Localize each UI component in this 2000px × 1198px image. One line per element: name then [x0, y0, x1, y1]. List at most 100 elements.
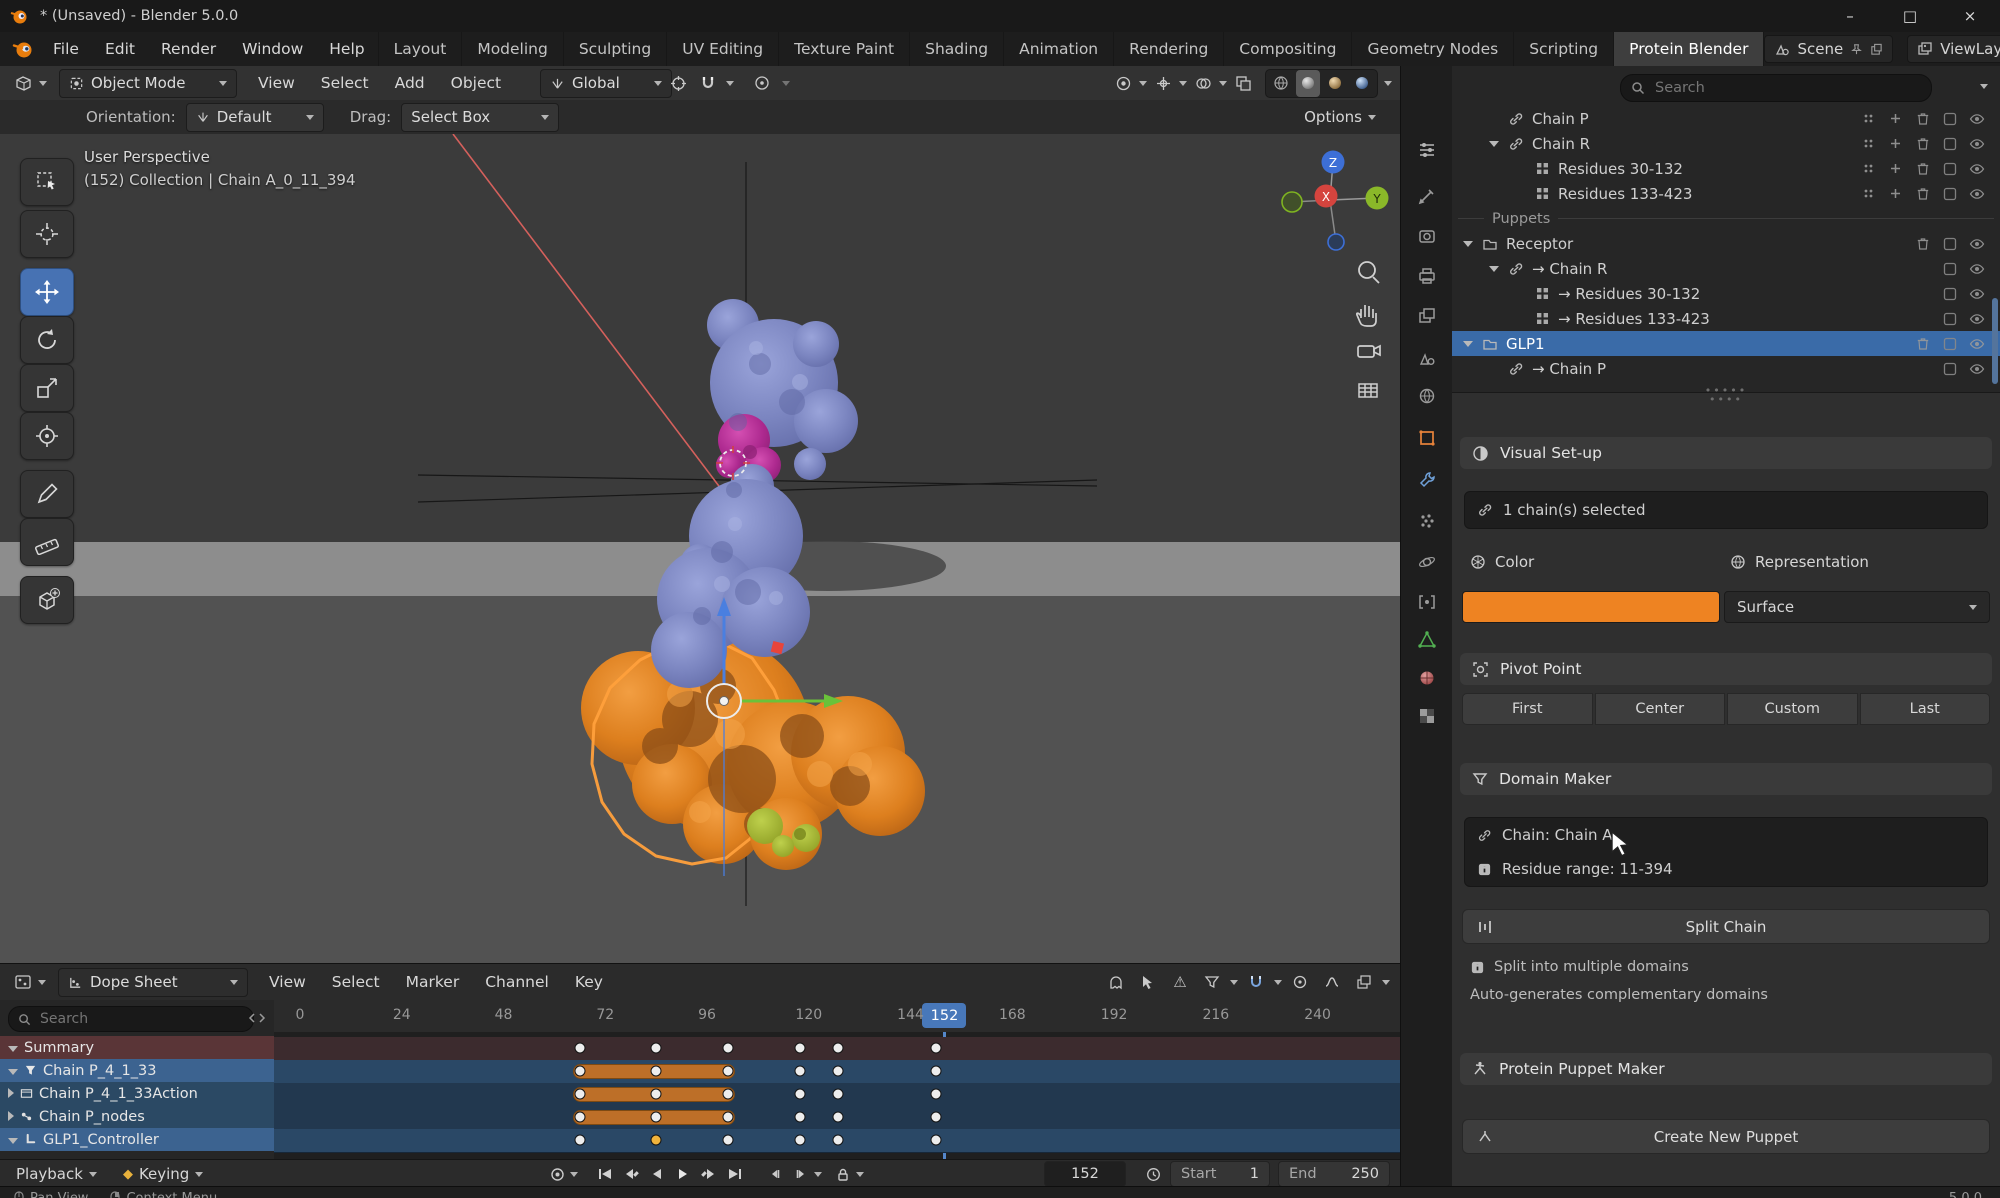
- keyframe-dot[interactable]: [931, 1089, 942, 1100]
- split-chain-button[interactable]: Split Chain: [1462, 909, 1990, 944]
- snap-keys-icon[interactable]: [1242, 969, 1270, 996]
- keyframe-dot[interactable]: [931, 1135, 942, 1146]
- keyframe-dot[interactable]: [651, 1043, 662, 1054]
- shading-options-chevron-icon[interactable]: [1384, 81, 1392, 86]
- overlays-icon[interactable]: [1189, 70, 1217, 97]
- chevron-down-icon[interactable]: [1179, 81, 1187, 86]
- ds-menu-key[interactable]: Key: [562, 965, 616, 999]
- keyframe-band-chain-p-4-1-33[interactable]: [274, 1060, 1400, 1084]
- keyframe-dot[interactable]: [651, 1066, 662, 1077]
- auto-keyframe-icon[interactable]: [544, 1162, 570, 1186]
- outliner-item-chain-r[interactable]: → Chain R: [1452, 256, 2000, 281]
- expander-icon[interactable]: [1484, 141, 1504, 147]
- color-swatch[interactable]: [1462, 591, 1720, 623]
- tab-data-icon[interactable]: [1415, 628, 1439, 652]
- outliner-item-residues-133-423[interactable]: → Residues 133-423: [1452, 306, 2000, 331]
- keyframe-dot[interactable]: [651, 1112, 662, 1123]
- filter-funnel-icon[interactable]: [1198, 969, 1226, 996]
- outliner-item-residues-133-423[interactable]: Residues 133-423: [1452, 181, 2000, 206]
- frame-back-button[interactable]: [762, 1162, 788, 1186]
- eye-icon[interactable]: [1963, 311, 1990, 327]
- tab-object-icon[interactable]: [1415, 426, 1439, 450]
- chevron-down-icon[interactable]: [1230, 980, 1238, 985]
- expander-icon[interactable]: [8, 1040, 18, 1056]
- pivot-first-button[interactable]: First: [1462, 693, 1593, 725]
- trash-icon[interactable]: [1909, 111, 1936, 126]
- shading-material-icon[interactable]: [1323, 70, 1347, 97]
- ds-keyframe-area[interactable]: [274, 1032, 1400, 1159]
- current-frame-field[interactable]: 152: [1044, 1161, 1126, 1187]
- viewlayer-selector[interactable]: ViewLayer: [1907, 35, 2000, 63]
- keyframe-dot[interactable]: [833, 1135, 844, 1146]
- proportional-icon[interactable]: [1286, 969, 1314, 996]
- outliner-item-chain-r[interactable]: Chain R: [1452, 131, 2000, 156]
- outliner-item-residues-30-132[interactable]: → Residues 30-132: [1452, 281, 2000, 306]
- menu-render[interactable]: Render: [148, 32, 229, 66]
- viewport-menu-view[interactable]: View: [245, 66, 308, 100]
- tab-material-icon[interactable]: [1415, 666, 1439, 690]
- expander-icon[interactable]: [8, 1086, 14, 1102]
- workspace-tab-uv-editing[interactable]: UV Editing: [667, 32, 779, 66]
- keyframe-dot[interactable]: [833, 1066, 844, 1077]
- ds-search-input[interactable]: [38, 1010, 244, 1028]
- checkbox-icon[interactable]: [1936, 162, 1963, 176]
- tab-texture-icon[interactable]: [1415, 704, 1439, 728]
- outliner-search-input[interactable]: [1653, 79, 1921, 97]
- workspace-tab-sculpting[interactable]: Sculpting: [564, 32, 667, 66]
- pivot-last-button[interactable]: Last: [1860, 693, 1991, 725]
- menu-file[interactable]: File: [40, 32, 92, 66]
- add-icon[interactable]: [1882, 162, 1909, 175]
- eye-icon[interactable]: [1963, 186, 1990, 202]
- workspace-tab-compositing[interactable]: Compositing: [1224, 32, 1352, 66]
- dots-icon[interactable]: [1855, 187, 1882, 200]
- panel-puppet-maker-header[interactable]: Protein Puppet Maker: [1460, 1053, 1992, 1085]
- checkbox-icon[interactable]: [1936, 112, 1963, 126]
- channel-glp1-controller[interactable]: GLP1_Controller: [0, 1128, 274, 1151]
- viewport-menu-select[interactable]: Select: [308, 66, 382, 100]
- tool-rotate[interactable]: [20, 316, 74, 364]
- tab-particles-icon[interactable]: [1415, 510, 1439, 534]
- lock-range-icon[interactable]: [830, 1162, 856, 1186]
- prev-keyframe-button[interactable]: [618, 1162, 644, 1186]
- outliner-item-glp1[interactable]: GLP1: [1452, 331, 2000, 356]
- eye-icon[interactable]: [1963, 136, 1990, 152]
- workspace-tab-scripting[interactable]: Scripting: [1514, 32, 1614, 66]
- current-frame-badge[interactable]: 152: [922, 1003, 966, 1028]
- checkbox-icon[interactable]: [1936, 262, 1963, 276]
- close-button[interactable]: ×: [1940, 0, 2000, 32]
- menu-window[interactable]: Window: [229, 32, 316, 66]
- keyframe-dot[interactable]: [723, 1043, 734, 1054]
- keyframe-band-chain-p-4-1-33action[interactable]: [274, 1083, 1400, 1107]
- drag-mode-dropdown[interactable]: Select Box: [401, 103, 559, 132]
- tab-world-icon[interactable]: [1415, 384, 1439, 408]
- eye-icon[interactable]: [1963, 361, 1990, 377]
- keying-popover[interactable]: ◆ Keying: [115, 1161, 211, 1188]
- eye-icon[interactable]: [1963, 111, 1990, 127]
- checkbox-icon[interactable]: [1936, 362, 1963, 376]
- chevron-down-icon[interactable]: [1139, 81, 1147, 86]
- play-reverse-button[interactable]: [644, 1162, 670, 1186]
- checkbox-icon[interactable]: [1936, 187, 1963, 201]
- frame-forward-button[interactable]: [788, 1162, 814, 1186]
- keyframe-dot[interactable]: [833, 1089, 844, 1100]
- gizmos-icon[interactable]: [1149, 70, 1177, 97]
- keyframe-dot[interactable]: [651, 1089, 662, 1100]
- trash-icon[interactable]: [1909, 236, 1936, 251]
- falloff-chevron-icon[interactable]: [782, 81, 790, 86]
- object-visibility-icon[interactable]: [1109, 70, 1137, 97]
- chevron-down-icon[interactable]: [856, 1172, 864, 1177]
- workspace-tab-texture-paint[interactable]: Texture Paint: [779, 32, 910, 66]
- clock-icon[interactable]: [1140, 1162, 1166, 1186]
- keyframe-dot[interactable]: [833, 1043, 844, 1054]
- keyframe-dot[interactable]: [723, 1066, 734, 1077]
- trash-icon[interactable]: [1909, 186, 1936, 201]
- tab-scene-icon[interactable]: [1415, 346, 1439, 370]
- expander-icon[interactable]: [1484, 266, 1504, 272]
- add-icon[interactable]: [1882, 187, 1909, 200]
- keyframe-dot[interactable]: [723, 1135, 734, 1146]
- keyframe-dot[interactable]: [795, 1112, 806, 1123]
- workspace-tab-rendering[interactable]: Rendering: [1114, 32, 1224, 66]
- outliner-search[interactable]: [1620, 74, 1932, 102]
- curve-icon[interactable]: [1318, 969, 1346, 996]
- editor-selector-icon[interactable]: [1415, 138, 1439, 162]
